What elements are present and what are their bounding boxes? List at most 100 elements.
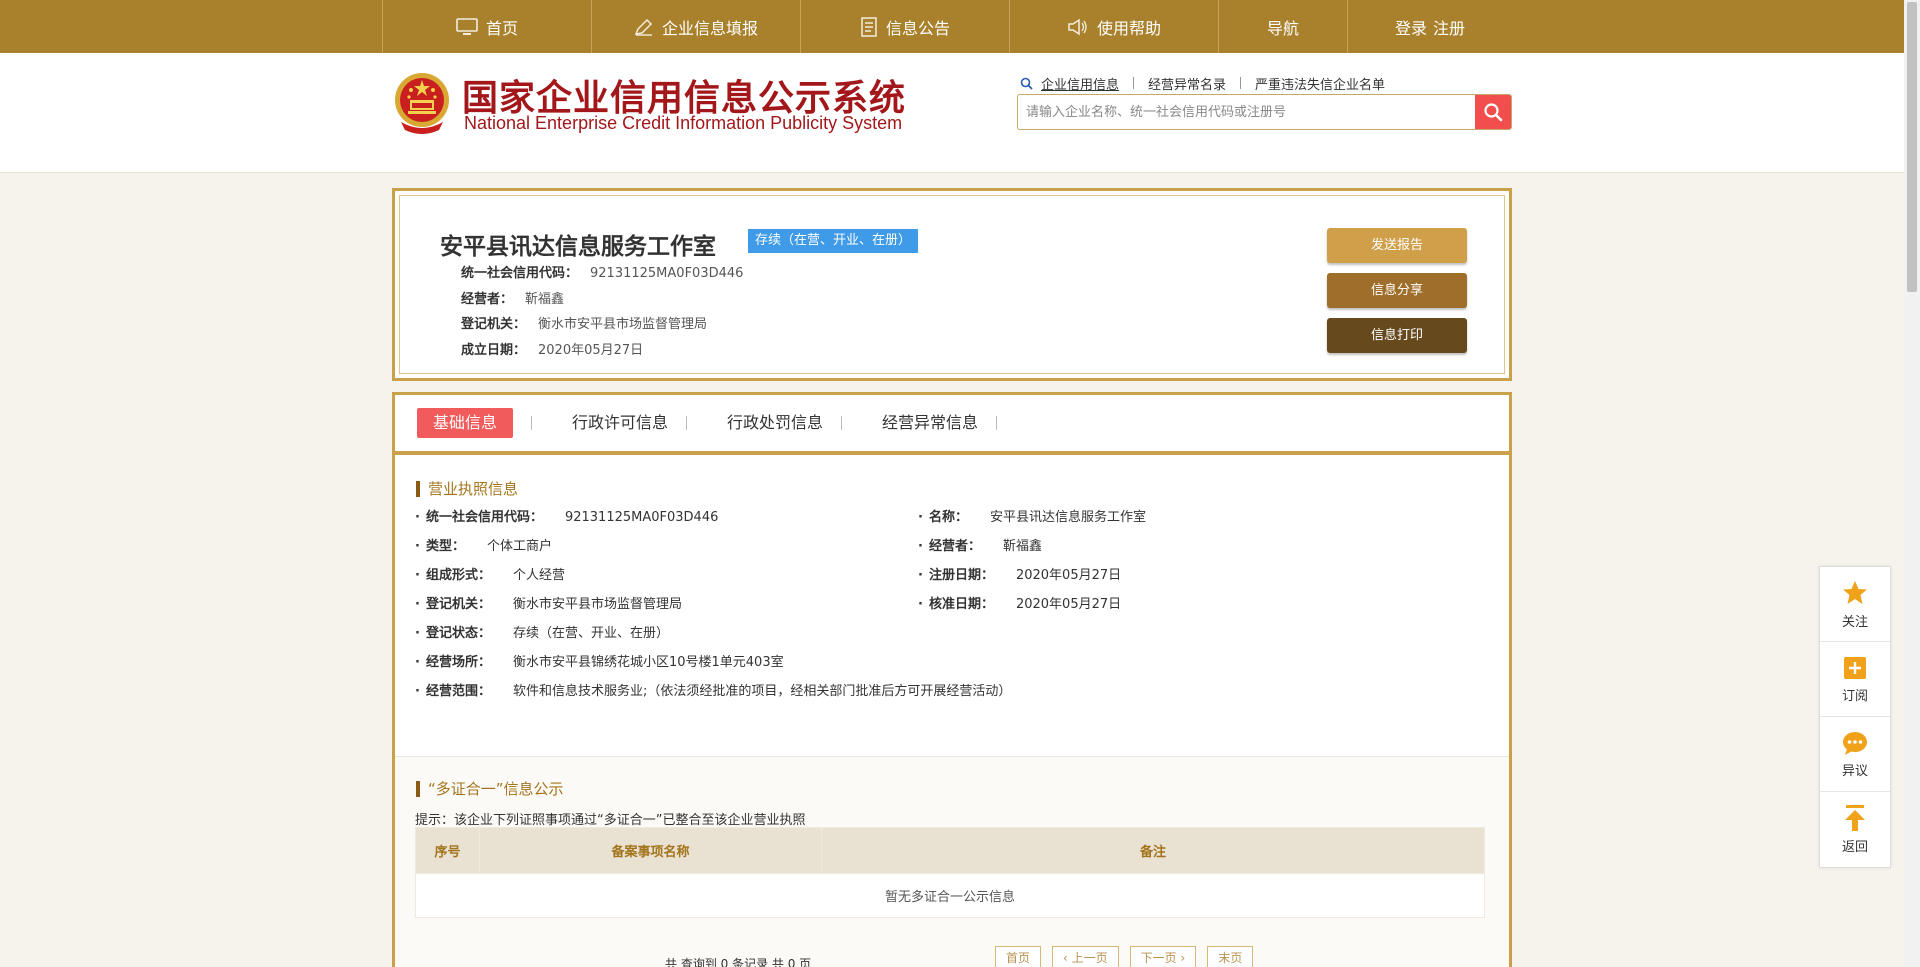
table-row: 暂无多证合一公示信息 xyxy=(415,873,1485,918)
tab-basic-info[interactable]: 基础信息 xyxy=(417,408,514,438)
prev-page-button[interactable]: ‹ 上一页 xyxy=(1052,946,1119,967)
summary-value: 靳福鑫 xyxy=(525,291,565,307)
info-value: 衡水市安平县锦绣花城小区10号楼1单元403室 xyxy=(512,655,784,670)
objection-label: 异议 xyxy=(1841,763,1868,779)
search-icon xyxy=(1020,77,1033,90)
info-label: 统一社会信用代码： xyxy=(425,510,543,525)
summary-row: 登记机关： 衡水市安平县市场监督管理局 xyxy=(461,312,743,338)
search-tab-credit-info[interactable]: 企业信用信息 xyxy=(1041,74,1119,93)
follow-label: 关注 xyxy=(1841,614,1868,630)
info-row: · 注册日期： 2020年05月27日 xyxy=(918,568,1122,583)
info-row: · 核准日期： 2020年05月27日 xyxy=(918,597,1122,612)
empty-table-message: 暂无多证合一公示信息 xyxy=(415,873,1485,918)
next-page-button[interactable]: 下一页 › xyxy=(1129,946,1197,967)
info-value: 靳福鑫 xyxy=(1002,539,1042,554)
search-button[interactable] xyxy=(1475,95,1511,129)
info-row: · 经营者： 靳福鑫 xyxy=(918,539,1042,554)
section-title-multi-cert: “多证合一”信息公示 xyxy=(416,781,564,797)
top-nav: 首页 企业信息填报 信息公告 使用帮助 导航 登录 注册 xyxy=(0,0,1904,53)
first-page-button[interactable]: 首页 xyxy=(995,946,1042,967)
nav-help-label: 使用帮助 xyxy=(1096,18,1161,38)
info-label: 名称： xyxy=(928,510,968,525)
tab-admin-penalty[interactable]: 行政处罚信息 xyxy=(727,408,823,438)
info-value: 软件和信息技术服务业;（依法须经批准的项目，经相关部门批准后方可开展经营活动） xyxy=(512,684,1012,699)
info-value: 2020年05月27日 xyxy=(1015,568,1122,583)
summary-label: 统一社会信用代码： xyxy=(461,266,579,281)
subscribe-button[interactable]: 订阅 xyxy=(1820,642,1890,717)
tab-admin-license[interactable]: 行政许可信息 xyxy=(572,408,668,438)
summary-row: 统一社会信用代码： 92131125MA0F03D446 xyxy=(461,261,743,287)
company-summary-card: 安平县讯达信息服务工作室 存续（在营、开业、在册） 统一社会信用代码： 92131… xyxy=(392,188,1512,381)
info-row: · 统一社会信用代码： 92131125MA0F03D446 xyxy=(415,510,719,525)
add-square-icon xyxy=(1844,656,1866,679)
register-link[interactable]: 注册 xyxy=(1433,15,1465,39)
chevron-left-icon: ‹ xyxy=(1063,951,1068,965)
summary-value: 衡水市安平县市场监督管理局 xyxy=(538,317,708,332)
share-info-button[interactable]: 信息分享 xyxy=(1327,273,1467,308)
page-scrollbar[interactable] xyxy=(1904,0,1920,967)
nav-guide[interactable]: 导航 xyxy=(1218,0,1347,53)
document-icon xyxy=(860,16,878,37)
speaker-icon xyxy=(1067,18,1089,36)
tab-divider xyxy=(531,416,533,430)
next-page-label: 下一页 xyxy=(1140,951,1177,965)
summary-row: 经营者： 靳福鑫 xyxy=(461,287,743,313)
send-report-button[interactable]: 发送报告 xyxy=(1327,228,1467,263)
info-value: 衡水市安平县市场监督管理局 xyxy=(512,597,682,612)
search-box xyxy=(1017,94,1512,130)
objection-button[interactable]: 异议 xyxy=(1820,717,1890,792)
summary-value: 2020年05月27日 xyxy=(538,342,644,358)
column-header: 备案事项名称 xyxy=(479,827,822,874)
star-icon xyxy=(1843,580,1867,604)
multi-cert-section: “多证合一”信息公示 提示：该企业下列证照事项通过“多证合一”已整合至该企业营业… xyxy=(395,756,1509,967)
nav-guide-label: 导航 xyxy=(1266,18,1299,38)
search-icon xyxy=(1484,103,1503,122)
nav-notice[interactable]: 信息公告 xyxy=(800,0,1009,53)
last-page-button[interactable]: 末页 xyxy=(1207,946,1254,967)
info-row: · 名称： 安平县讯达信息服务工作室 xyxy=(918,510,1146,525)
login-link[interactable]: 登录 xyxy=(1395,15,1427,39)
info-value: 存续（在营、开业、在册） xyxy=(512,626,669,641)
back-label: 返回 xyxy=(1841,840,1868,855)
info-label: 注册日期： xyxy=(928,568,994,583)
tab-divider xyxy=(1240,77,1242,89)
multi-cert-table: 序号 备案事项名称 备注 暂无多证合一公示信息 xyxy=(415,827,1485,918)
chevron-right-icon: › xyxy=(1180,951,1186,965)
info-value: 个人经营 xyxy=(512,568,565,583)
scrollbar-thumb[interactable] xyxy=(1907,2,1917,292)
tab-divider xyxy=(686,416,688,430)
detail-tabs: 基础信息 行政许可信息 行政处罚信息 经营异常信息 xyxy=(395,395,1509,455)
print-info-button[interactable]: 信息打印 xyxy=(1327,318,1467,353)
nav-info-fill[interactable]: 企业信息填报 xyxy=(591,0,800,53)
follow-button[interactable]: 关注 xyxy=(1820,567,1890,642)
floating-toolbar: 关注 订阅 异议 返回 xyxy=(1819,566,1891,868)
multi-cert-hint: 提示：该企业下列证照事项通过“多证合一”已整合至该企业营业执照 xyxy=(415,813,806,828)
summary-label: 经营者： xyxy=(461,291,514,307)
back-to-top-button[interactable]: 返回 xyxy=(1820,792,1890,867)
company-name: 安平县讯达信息服务工作室 xyxy=(440,234,716,260)
arrow-up-icon xyxy=(1845,805,1865,831)
nav-home[interactable]: 首页 xyxy=(382,0,591,53)
search-tab-blacklist[interactable]: 严重违法失信企业名单 xyxy=(1255,74,1385,93)
column-header: 备注 xyxy=(821,827,1485,874)
info-row: · 组成形式： 个人经营 xyxy=(415,568,565,583)
info-value: 个体工商户 xyxy=(486,539,552,554)
info-label: 组成形式： xyxy=(425,568,491,583)
summary-label: 成立日期： xyxy=(461,342,527,358)
info-value: 安平县讯达信息服务工作室 xyxy=(989,510,1146,525)
info-label: 核准日期： xyxy=(928,597,994,612)
tab-divider xyxy=(1133,77,1135,89)
pagination: 首页 ‹ 上一页 下一页 › 末页 xyxy=(995,946,1254,967)
top-nav-items: 首页 企业信息填报 信息公告 使用帮助 导航 登录 注册 xyxy=(382,0,1512,53)
info-row: · 经营场所： 衡水市安平县锦绣花城小区10号楼1单元403室 xyxy=(415,655,784,670)
search-input[interactable] xyxy=(1018,95,1475,129)
tab-abnormal-operation[interactable]: 经营异常信息 xyxy=(882,408,978,438)
nav-home-label: 首页 xyxy=(485,18,518,38)
info-label: 登记机关： xyxy=(425,597,491,612)
search-tab-abnormal-list[interactable]: 经营异常名录 xyxy=(1148,74,1226,93)
site-title-en: National Enterprise Credit Information P… xyxy=(464,113,903,133)
tab-divider xyxy=(841,416,843,430)
info-value: 92131125MA0F03D446 xyxy=(564,510,719,525)
nav-login-register: 登录 注册 xyxy=(1347,0,1512,53)
nav-help[interactable]: 使用帮助 xyxy=(1009,0,1218,53)
